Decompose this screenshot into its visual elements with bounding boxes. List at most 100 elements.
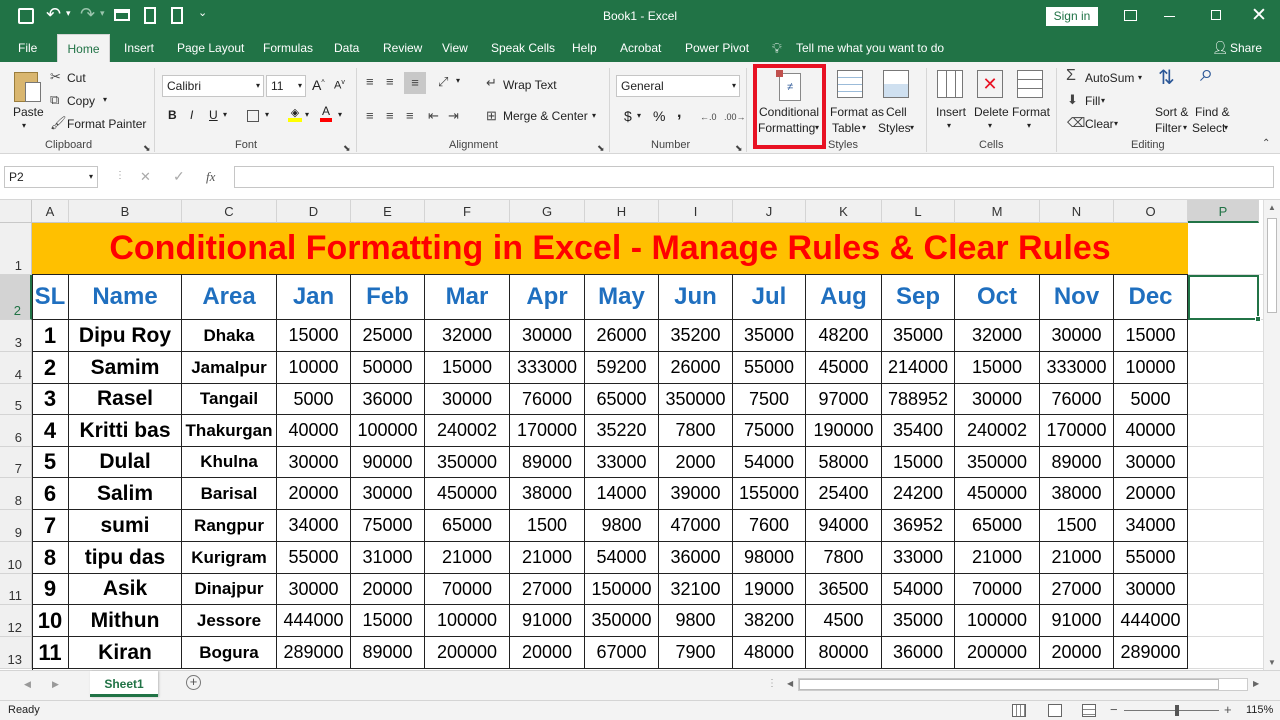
align-bottom-icon[interactable]: ≡ [404,72,426,94]
data-cell[interactable]: 36000 [351,384,425,415]
data-cell[interactable]: 38000 [1040,478,1114,510]
normal-view-icon[interactable] [1012,704,1026,717]
data-cell[interactable]: 7900 [659,637,733,669]
orientation-dropdown-icon[interactable]: ▾ [456,76,460,85]
zoom-slider-thumb[interactable] [1175,705,1179,716]
row-header-9[interactable]: 9 [0,510,32,542]
data-cell[interactable]: 35400 [882,415,955,447]
cell-styles-label-2[interactable]: Styles [878,121,911,135]
data-cell[interactable]: 30000 [1114,447,1188,478]
row-header-8[interactable]: 8 [0,478,32,510]
data-cell[interactable]: 54000 [882,574,955,605]
data-cell[interactable]: 94000 [806,510,882,542]
data-cell[interactable]: 80000 [806,637,882,669]
data-cell[interactable]: 2000 [659,447,733,478]
data-cell[interactable]: 20000 [277,478,351,510]
data-cell[interactable]: 91000 [1040,605,1114,637]
data-cell[interactable]: 333000 [510,352,585,384]
row-header-12[interactable]: 12 [0,605,32,637]
data-cell[interactable]: 47000 [659,510,733,542]
data-cell[interactable]: 30000 [955,384,1040,415]
new-file-icon[interactable] [171,7,183,24]
data-cell[interactable]: 7800 [659,415,733,447]
find-select-dropdown-icon[interactable]: ▾ [1224,123,1228,132]
column-header-k[interactable]: K [806,200,882,223]
format-as-table-label-1[interactable]: Format as [830,105,884,119]
header-cell[interactable]: Sep [882,275,955,320]
data-cell[interactable]: Dhaka [182,320,277,352]
vertical-scroll-thumb[interactable] [1267,218,1277,313]
data-cell[interactable]: 1500 [1040,510,1114,542]
column-header-j[interactable]: J [733,200,806,223]
cell-styles-label-1[interactable]: Cell [886,105,907,119]
data-cell[interactable]: 21000 [955,542,1040,574]
data-cell[interactable]: 35000 [882,605,955,637]
data-cell[interactable]: 50000 [351,352,425,384]
data-cell[interactable]: 15000 [955,352,1040,384]
calculator-icon[interactable] [144,7,156,24]
header-cell[interactable]: SL [32,275,69,320]
vertical-scrollbar[interactable]: ▲ ▼ [1263,200,1280,670]
sheet-next-icon[interactable]: ▶ [52,679,59,690]
data-cell[interactable]: Jessore [182,605,277,637]
data-cell[interactable]: 30000 [1114,574,1188,605]
data-cell[interactable]: 15000 [425,352,510,384]
insert-function-icon[interactable]: fx [206,169,215,185]
data-cell[interactable]: 10 [32,605,69,637]
data-cell[interactable]: 9800 [585,510,659,542]
tab-file[interactable]: File [18,34,37,62]
delete-dropdown-icon[interactable]: ▾ [988,121,992,130]
tab-speak-cells[interactable]: Speak Cells [491,34,555,62]
data-cell[interactable]: 54000 [585,542,659,574]
header-cell[interactable]: Dec [1114,275,1188,320]
find-select-label-1[interactable]: Find & [1195,105,1230,119]
column-header-o[interactable]: O [1114,200,1188,223]
data-cell[interactable]: sumi [69,510,182,542]
data-cell[interactable]: 289000 [277,637,351,669]
data-cell[interactable]: 36500 [806,574,882,605]
zoom-out-icon[interactable]: − [1110,702,1118,717]
align-center-icon[interactable]: ≡ [386,108,394,124]
data-cell[interactable]: 1500 [510,510,585,542]
data-cell[interactable]: 32000 [425,320,510,352]
fill-dropdown-icon[interactable]: ▾ [1101,96,1105,105]
data-cell[interactable]: Samim [69,352,182,384]
data-cell[interactable]: 31000 [351,542,425,574]
data-cell[interactable]: 48200 [806,320,882,352]
font-size-select[interactable]: 11 ▾ [266,75,306,97]
fill-color-dropdown-icon[interactable]: ▾ [305,110,309,119]
customize-qat-icon[interactable]: ⌄ [198,6,207,19]
data-cell[interactable]: 76000 [510,384,585,415]
align-middle-icon[interactable]: ≡ [386,74,394,90]
data-cell[interactable]: 36000 [882,637,955,669]
fill-button[interactable]: Fill [1085,94,1100,108]
scroll-down-icon[interactable]: ▼ [1268,658,1276,667]
close-icon[interactable]: ✕ [1251,4,1267,27]
data-cell[interactable]: 350000 [955,447,1040,478]
data-cell[interactable]: 30000 [425,384,510,415]
ribbon-display-options-icon[interactable] [1124,10,1137,21]
data-cell[interactable]: Dipu Roy [69,320,182,352]
data-cell[interactable]: 35200 [659,320,733,352]
tell-me-search[interactable]: Tell me what you want to do [796,34,944,62]
data-cell[interactable]: 150000 [585,574,659,605]
data-cell[interactable]: 25000 [351,320,425,352]
column-header-g[interactable]: G [510,200,585,223]
tab-power-pivot[interactable]: Power Pivot [685,34,749,62]
decrease-font-icon[interactable]: Av [334,79,345,92]
sort-filter-label-1[interactable]: Sort & [1155,105,1188,119]
cell-styles-dropdown-icon[interactable]: ▾ [910,123,914,132]
data-cell[interactable]: 240002 [425,415,510,447]
minimize-icon[interactable] [1164,16,1175,17]
data-cell[interactable]: 20000 [510,637,585,669]
row-header-4[interactable]: 4 [0,352,32,384]
data-cell[interactable]: 30000 [277,574,351,605]
collapse-ribbon-icon[interactable]: ⌃ [1262,136,1270,152]
data-cell[interactable]: 350000 [585,605,659,637]
redo-icon[interactable]: ↷ [80,4,95,25]
increase-font-icon[interactable]: A^ [312,77,325,93]
data-cell[interactable]: 54000 [733,447,806,478]
horizontal-scrollbar[interactable] [798,678,1248,691]
format-cells-button[interactable]: Format [1012,105,1050,119]
data-cell[interactable]: 450000 [425,478,510,510]
